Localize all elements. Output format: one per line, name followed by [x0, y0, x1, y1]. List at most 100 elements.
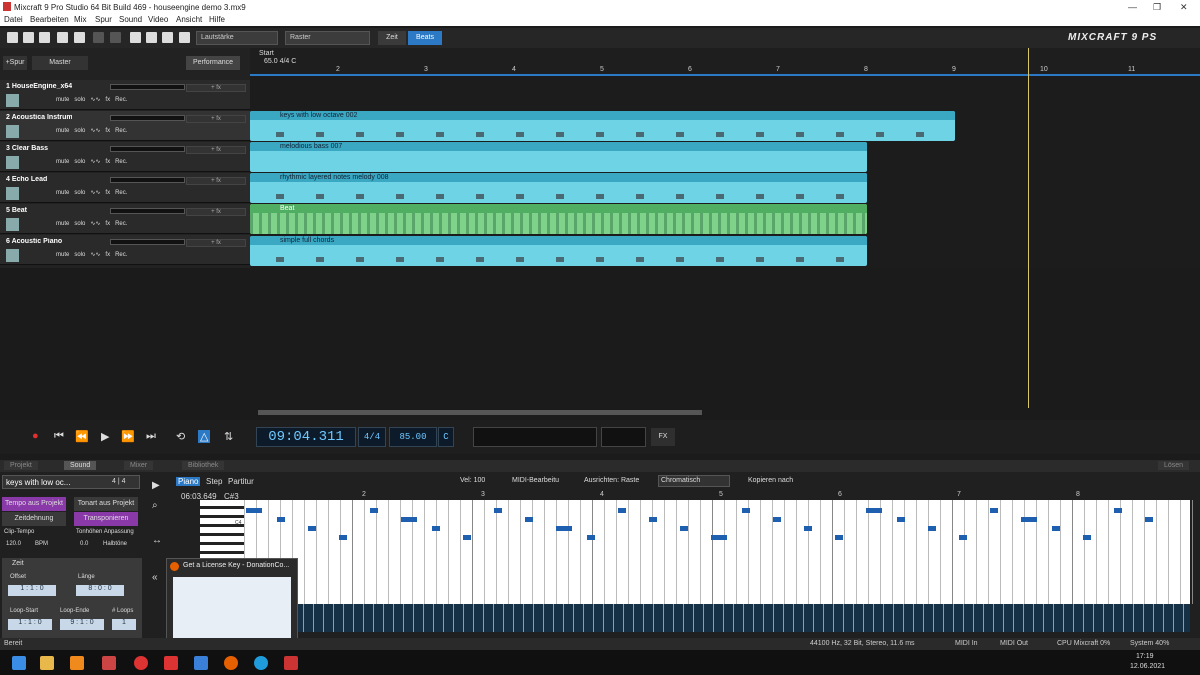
midi-note[interactable] [587, 535, 595, 540]
midi-note[interactable] [494, 508, 502, 513]
metronome-icon[interactable]: △ [198, 430, 211, 443]
fx-button[interactable]: FX [651, 428, 675, 446]
detach-button[interactable]: Lösen [1158, 461, 1190, 470]
track-header[interactable]: 4 Echo Lead + fx mute solo ∿∿ fx Rec. [0, 173, 250, 203]
clip-tempo-value[interactable]: 120.0 [6, 541, 21, 547]
volume-dropdown[interactable]: Lautstärke [196, 31, 278, 45]
fx-toggle[interactable]: fx [105, 97, 110, 103]
gear-icon[interactable] [179, 32, 190, 43]
midi-note[interactable] [928, 526, 936, 531]
solo-button[interactable]: solo [74, 190, 85, 196]
mute-button[interactable]: mute [56, 190, 69, 196]
master-button[interactable]: Master [32, 56, 88, 70]
volume-slider[interactable] [110, 84, 185, 90]
track-name[interactable]: 1 HouseEngine_x64 [6, 83, 72, 90]
mixcraft-taskbar-icon[interactable] [284, 656, 298, 670]
menu-hilfe[interactable]: Hilfe [209, 15, 225, 24]
midi-note[interactable] [246, 508, 262, 513]
midi-note[interactable] [463, 535, 471, 540]
mode-partitur[interactable]: Partitur [228, 477, 254, 486]
loop-end-field[interactable]: 9 : 1 : 0 [60, 619, 104, 630]
fx-toggle[interactable]: fx [105, 252, 110, 258]
mute-button[interactable]: mute [56, 221, 69, 227]
midi-note[interactable] [401, 517, 417, 522]
rec-button[interactable]: Rec. [115, 97, 127, 103]
performance-button[interactable]: Performance [186, 56, 240, 70]
velocity-lane[interactable] [244, 604, 1190, 632]
track-name[interactable]: 2 Acoustica Instrum... [6, 114, 72, 121]
midi-note[interactable] [711, 535, 727, 540]
playhead[interactable] [1028, 48, 1029, 408]
horizontal-scrollbar[interactable] [258, 410, 702, 415]
fit-icon[interactable]: ↔ [152, 535, 162, 546]
key-display[interactable]: C [438, 427, 454, 447]
tab-bibliothek[interactable]: Bibliothek [182, 461, 225, 470]
rec-button[interactable]: Rec. [115, 159, 127, 165]
clock-date[interactable]: 12.06.2021 [1130, 663, 1165, 670]
redo-icon[interactable] [110, 32, 121, 43]
beats-button[interactable]: Beats [408, 31, 442, 45]
clip-beat[interactable]: Beat [250, 204, 867, 234]
instrument-icon[interactable] [6, 94, 19, 107]
menu-sound[interactable]: Sound [119, 15, 142, 24]
midi-note[interactable] [339, 535, 347, 540]
app-icon-1[interactable] [102, 656, 116, 670]
open-folder-icon[interactable] [39, 32, 50, 43]
menu-bearbeiten[interactable]: Bearbeiten [30, 15, 69, 24]
midi-note[interactable] [1083, 535, 1091, 540]
mute-button[interactable]: mute [56, 252, 69, 258]
midi-note[interactable] [959, 535, 967, 540]
instrument-icon[interactable] [6, 187, 19, 200]
fx-toggle[interactable]: fx [105, 190, 110, 196]
play-clip-icon[interactable]: ▶ [152, 480, 160, 491]
midi-note[interactable] [1021, 517, 1037, 522]
maximize-button[interactable]: ❐ [1153, 2, 1161, 13]
scale-dropdown[interactable]: Chromatisch [658, 475, 730, 487]
tab-mixer[interactable]: Mixer [124, 461, 154, 470]
volume-slider[interactable] [110, 115, 185, 121]
track-name[interactable]: 4 Echo Lead [6, 176, 72, 183]
menu-datei[interactable]: Datei [4, 15, 23, 24]
midi-note[interactable] [432, 526, 440, 531]
length-field[interactable]: 8 : 0 : 0 [76, 585, 124, 596]
count-in-icon[interactable]: ⇅ [224, 430, 233, 443]
clip-chords[interactable]: simple full chords [250, 236, 867, 266]
midi-note[interactable] [525, 517, 533, 522]
solo-button[interactable]: solo [74, 128, 85, 134]
mute-button[interactable]: mute [56, 128, 69, 134]
instrument-icon[interactable] [6, 125, 19, 138]
tab-sound[interactable]: Sound [64, 461, 97, 470]
midi-icon[interactable] [162, 32, 173, 43]
menu-video[interactable]: Video [148, 15, 168, 24]
loop-start-field[interactable]: 1 : 1 : 0 [8, 619, 52, 630]
mode-piano[interactable]: Piano [176, 477, 201, 486]
rec-button[interactable]: Rec. [115, 128, 127, 134]
rewind-icon[interactable]: ⏪ [75, 430, 89, 443]
solo-button[interactable]: solo [74, 221, 85, 227]
automation-icon[interactable]: ∿∿ [90, 252, 100, 258]
track-lanes[interactable]: keys with low octave 002 melodious bass … [250, 76, 1200, 268]
automation-icon[interactable]: ∿∿ [90, 221, 100, 227]
track-header[interactable]: 1 HouseEngine_x64 + fx mute solo ∿∿ fx Rec. [0, 80, 250, 110]
track-header[interactable]: 5 Beat + fx mute solo ∿∿ fx Rec. [0, 204, 250, 234]
add-fx-button[interactable]: + fx [186, 208, 246, 216]
volume-slider[interactable] [110, 177, 185, 183]
solo-button[interactable]: solo [74, 252, 85, 258]
automation-icon[interactable]: ∿∿ [90, 190, 100, 196]
add-fx-button[interactable]: + fx [186, 115, 246, 123]
skip-start-icon[interactable]: ⏮ [54, 430, 64, 443]
midi-note[interactable] [804, 526, 812, 531]
track-name[interactable]: 6 Acoustic Piano [6, 238, 72, 245]
track-header[interactable]: 3 Clear Bass + fx mute solo ∿∿ fx Rec. [0, 142, 250, 172]
transpose-button[interactable]: Transponieren [74, 512, 138, 526]
midi-note[interactable] [556, 526, 572, 531]
app-icon-4[interactable] [194, 656, 208, 670]
undo-icon[interactable] [93, 32, 104, 43]
timeline-ruler[interactable]: Start 65.0 4/4 C 2 3 4 5 6 7 8 9 10 11 [250, 48, 1200, 76]
editor-ruler[interactable]: 2 3 4 5 6 7 8 [244, 491, 1190, 499]
midi-note[interactable] [1052, 526, 1060, 531]
midi-note[interactable] [866, 508, 882, 513]
instrument-icon[interactable] [6, 249, 19, 262]
automation-icon[interactable]: ∿∿ [90, 159, 100, 165]
loop-icon[interactable]: ⟲ [176, 430, 185, 443]
